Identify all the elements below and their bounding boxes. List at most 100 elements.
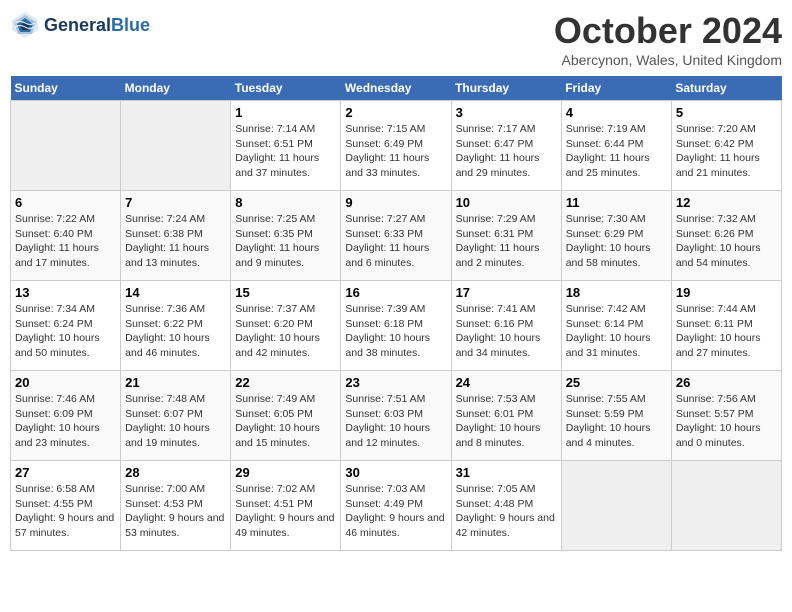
calendar-table: SundayMondayTuesdayWednesdayThursdayFrid… <box>10 76 782 551</box>
day-number: 27 <box>15 465 116 480</box>
day-info: Sunrise: 7:55 AM Sunset: 5:59 PM Dayligh… <box>566 392 667 451</box>
calendar-cell: 7 Sunrise: 7:24 AM Sunset: 6:38 PM Daylig… <box>121 191 231 281</box>
page-header: General Blue October 2024 Abercynon, Wal… <box>10 10 782 68</box>
logo-icon <box>10 10 40 40</box>
calendar-cell: 1 Sunrise: 7:14 AM Sunset: 6:51 PM Daylig… <box>231 101 341 191</box>
day-number: 15 <box>235 285 336 300</box>
day-number: 21 <box>125 375 226 390</box>
calendar-cell: 14 Sunrise: 7:36 AM Sunset: 6:22 PM Dayli… <box>121 281 231 371</box>
day-info: Sunrise: 7:20 AM Sunset: 6:42 PM Dayligh… <box>676 122 777 181</box>
day-number: 3 <box>456 105 557 120</box>
day-number: 1 <box>235 105 336 120</box>
day-info: Sunrise: 7:37 AM Sunset: 6:20 PM Dayligh… <box>235 302 336 361</box>
calendar-cell <box>671 461 781 551</box>
day-info: Sunrise: 7:36 AM Sunset: 6:22 PM Dayligh… <box>125 302 226 361</box>
day-info: Sunrise: 7:29 AM Sunset: 6:31 PM Dayligh… <box>456 212 557 271</box>
day-info: Sunrise: 7:49 AM Sunset: 6:05 PM Dayligh… <box>235 392 336 451</box>
calendar-cell: 27Sunrise: 6:58 AM Sunset: 4:55 PM Dayli… <box>11 461 121 551</box>
calendar-cell: 9 Sunrise: 7:27 AM Sunset: 6:33 PM Daylig… <box>341 191 451 281</box>
day-info: Sunrise: 7:14 AM Sunset: 6:51 PM Dayligh… <box>235 122 336 181</box>
calendar-cell: 16 Sunrise: 7:39 AM Sunset: 6:18 PM Dayli… <box>341 281 451 371</box>
day-header-tuesday: Tuesday <box>231 76 341 101</box>
day-number: 26 <box>676 375 777 390</box>
day-number: 22 <box>235 375 336 390</box>
day-info: Sunrise: 7:27 AM Sunset: 6:33 PM Dayligh… <box>345 212 446 271</box>
day-number: 5 <box>676 105 777 120</box>
calendar-cell: 20 Sunrise: 7:46 AM Sunset: 6:09 PM Dayli… <box>11 371 121 461</box>
day-number: 10 <box>456 195 557 210</box>
day-header-wednesday: Wednesday <box>341 76 451 101</box>
day-number: 31 <box>456 465 557 480</box>
day-info: Sunrise: 7:46 AM Sunset: 6:09 PM Dayligh… <box>15 392 116 451</box>
day-number: 2 <box>345 105 446 120</box>
calendar-cell: 10 Sunrise: 7:29 AM Sunset: 6:31 PM Dayli… <box>451 191 561 281</box>
day-number: 7 <box>125 195 226 210</box>
day-info: Sunrise: 7:53 AM Sunset: 6:01 PM Dayligh… <box>456 392 557 451</box>
day-number: 18 <box>566 285 667 300</box>
calendar-cell: 24 Sunrise: 7:53 AM Sunset: 6:01 PM Dayli… <box>451 371 561 461</box>
days-header-row: SundayMondayTuesdayWednesdayThursdayFrid… <box>11 76 782 101</box>
calendar-cell: 31Sunrise: 7:05 AM Sunset: 4:48 PM Dayli… <box>451 461 561 551</box>
day-header-thursday: Thursday <box>451 76 561 101</box>
calendar-cell: 8 Sunrise: 7:25 AM Sunset: 6:35 PM Daylig… <box>231 191 341 281</box>
day-info: Sunrise: 7:39 AM Sunset: 6:18 PM Dayligh… <box>345 302 446 361</box>
week-row-5: 27Sunrise: 6:58 AM Sunset: 4:55 PM Dayli… <box>11 461 782 551</box>
week-row-3: 13 Sunrise: 7:34 AM Sunset: 6:24 PM Dayli… <box>11 281 782 371</box>
day-number: 14 <box>125 285 226 300</box>
day-info: Sunrise: 7:48 AM Sunset: 6:07 PM Dayligh… <box>125 392 226 451</box>
day-info: Sunrise: 7:19 AM Sunset: 6:44 PM Dayligh… <box>566 122 667 181</box>
calendar-cell: 5 Sunrise: 7:20 AM Sunset: 6:42 PM Daylig… <box>671 101 781 191</box>
day-info: Sunrise: 7:24 AM Sunset: 6:38 PM Dayligh… <box>125 212 226 271</box>
day-number: 16 <box>345 285 446 300</box>
calendar-cell: 23 Sunrise: 7:51 AM Sunset: 6:03 PM Dayli… <box>341 371 451 461</box>
day-header-sunday: Sunday <box>11 76 121 101</box>
day-info: Sunrise: 7:34 AM Sunset: 6:24 PM Dayligh… <box>15 302 116 361</box>
day-number: 4 <box>566 105 667 120</box>
location: Abercynon, Wales, United Kingdom <box>554 52 782 68</box>
calendar-cell: 26Sunrise: 7:56 AM Sunset: 5:57 PM Dayli… <box>671 371 781 461</box>
calendar-cell: 22 Sunrise: 7:49 AM Sunset: 6:05 PM Dayli… <box>231 371 341 461</box>
month-title: October 2024 <box>554 10 782 52</box>
calendar-cell <box>561 461 671 551</box>
day-info: Sunrise: 7:41 AM Sunset: 6:16 PM Dayligh… <box>456 302 557 361</box>
day-header-monday: Monday <box>121 76 231 101</box>
title-area: October 2024 Abercynon, Wales, United Ki… <box>554 10 782 68</box>
day-number: 28 <box>125 465 226 480</box>
day-number: 13 <box>15 285 116 300</box>
day-number: 17 <box>456 285 557 300</box>
day-number: 9 <box>345 195 446 210</box>
calendar-cell: 12Sunrise: 7:32 AM Sunset: 6:26 PM Dayli… <box>671 191 781 281</box>
calendar-cell: 18Sunrise: 7:42 AM Sunset: 6:14 PM Dayli… <box>561 281 671 371</box>
day-info: Sunrise: 7:30 AM Sunset: 6:29 PM Dayligh… <box>566 212 667 271</box>
logo: General Blue <box>10 10 150 40</box>
day-info: Sunrise: 7:03 AM Sunset: 4:49 PM Dayligh… <box>345 482 446 541</box>
day-number: 12 <box>676 195 777 210</box>
day-number: 25 <box>566 375 667 390</box>
day-number: 24 <box>456 375 557 390</box>
day-info: Sunrise: 7:51 AM Sunset: 6:03 PM Dayligh… <box>345 392 446 451</box>
day-number: 20 <box>15 375 116 390</box>
logo-blue: Blue <box>111 15 150 36</box>
week-row-1: 1 Sunrise: 7:14 AM Sunset: 6:51 PM Daylig… <box>11 101 782 191</box>
calendar-cell: 21 Sunrise: 7:48 AM Sunset: 6:07 PM Dayli… <box>121 371 231 461</box>
calendar-cell: 2Sunrise: 7:15 AM Sunset: 6:49 PM Daylig… <box>341 101 451 191</box>
week-row-4: 20 Sunrise: 7:46 AM Sunset: 6:09 PM Dayli… <box>11 371 782 461</box>
day-info: Sunrise: 7:00 AM Sunset: 4:53 PM Dayligh… <box>125 482 226 541</box>
calendar-cell: 13 Sunrise: 7:34 AM Sunset: 6:24 PM Dayli… <box>11 281 121 371</box>
day-number: 8 <box>235 195 336 210</box>
day-header-saturday: Saturday <box>671 76 781 101</box>
day-info: Sunrise: 7:02 AM Sunset: 4:51 PM Dayligh… <box>235 482 336 541</box>
day-info: Sunrise: 7:25 AM Sunset: 6:35 PM Dayligh… <box>235 212 336 271</box>
day-number: 6 <box>15 195 116 210</box>
day-info: Sunrise: 7:17 AM Sunset: 6:47 PM Dayligh… <box>456 122 557 181</box>
calendar-cell: 15 Sunrise: 7:37 AM Sunset: 6:20 PM Dayli… <box>231 281 341 371</box>
day-number: 23 <box>345 375 446 390</box>
calendar-cell <box>121 101 231 191</box>
day-number: 29 <box>235 465 336 480</box>
day-info: Sunrise: 7:22 AM Sunset: 6:40 PM Dayligh… <box>15 212 116 271</box>
day-header-friday: Friday <box>561 76 671 101</box>
calendar-cell: 19Sunrise: 7:44 AM Sunset: 6:11 PM Dayli… <box>671 281 781 371</box>
day-info: Sunrise: 7:44 AM Sunset: 6:11 PM Dayligh… <box>676 302 777 361</box>
calendar-cell: 28 Sunrise: 7:00 AM Sunset: 4:53 PM Dayli… <box>121 461 231 551</box>
calendar-cell: 17 Sunrise: 7:41 AM Sunset: 6:16 PM Dayli… <box>451 281 561 371</box>
